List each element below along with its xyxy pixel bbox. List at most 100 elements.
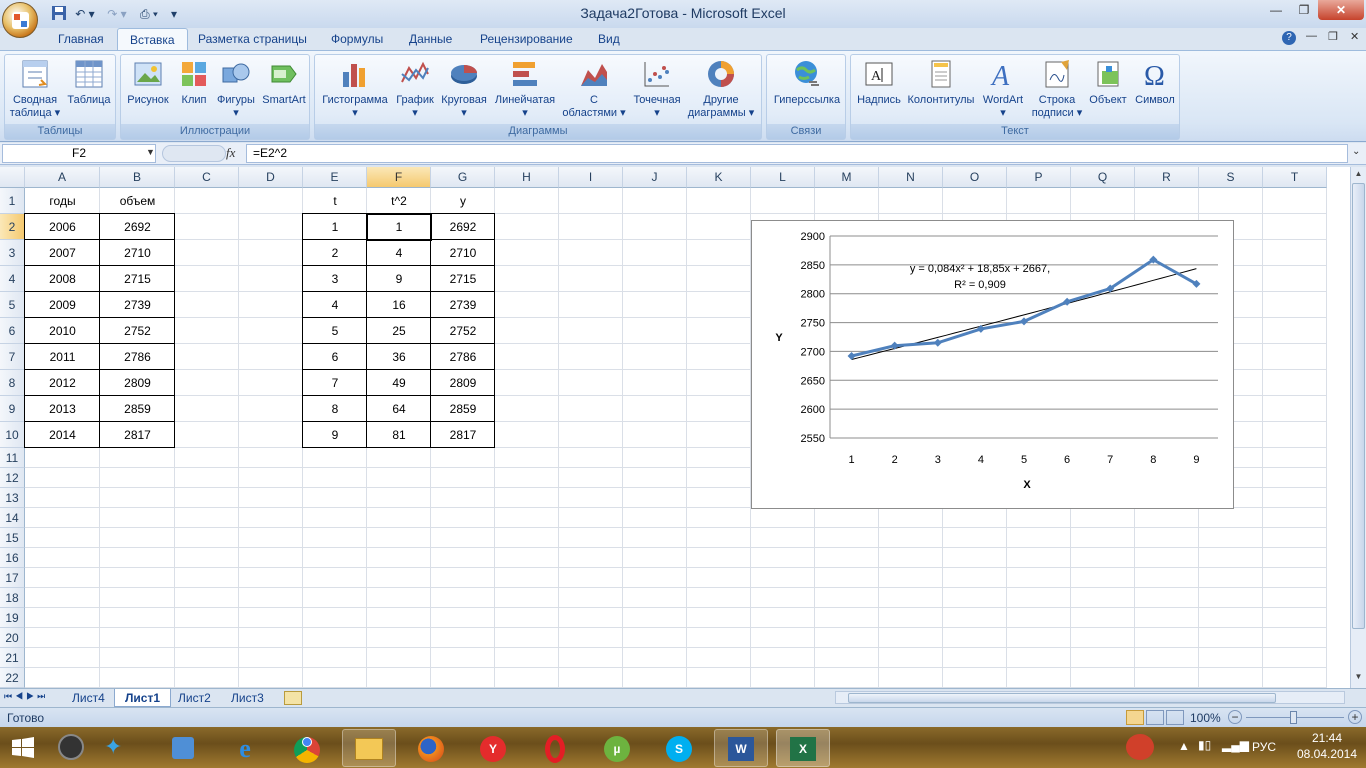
column-header-h[interactable]: H <box>495 167 559 188</box>
active-cell[interactable] <box>366 213 432 241</box>
app-circle-icon[interactable] <box>58 734 84 760</box>
signature-line-button[interactable]: Строка подписи ▾ <box>1029 57 1085 127</box>
ribbon-minimize-icon[interactable]: — <box>1306 30 1317 42</box>
yandex-browser-icon[interactable]: Y <box>466 729 520 767</box>
office-button[interactable] <box>2 2 38 38</box>
column-header-p[interactable]: P <box>1007 167 1071 188</box>
column-header-g[interactable]: G <box>431 167 495 188</box>
header-footer-button[interactable]: Колонтитулы <box>905 57 977 127</box>
row-header-21[interactable]: 21 <box>0 648 25 668</box>
smartart-button[interactable]: SmartArt <box>259 57 309 127</box>
cell-header[interactable]: объем <box>100 188 175 214</box>
sheet-tab-list3[interactable]: Лист3 <box>221 689 274 707</box>
bar-chart-button[interactable]: Линейчатая ▾ <box>491 57 559 127</box>
symbol-button[interactable]: Ω Символ <box>1131 57 1179 127</box>
minimize-button[interactable]: — <box>1262 0 1290 20</box>
vertical-scrollbar[interactable]: ▲ ▼ <box>1350 167 1366 688</box>
row-header-10[interactable]: 10 <box>0 422 25 448</box>
vertical-scroll-thumb[interactable] <box>1352 183 1365 629</box>
line-chart-button[interactable]: График ▾ <box>393 57 437 127</box>
clip-art-button[interactable]: Клип <box>175 57 213 127</box>
row-header-9[interactable]: 9 <box>0 396 25 422</box>
expand-formula-bar-icon[interactable]: ⌄ <box>1352 146 1360 157</box>
explorer-icon[interactable] <box>342 729 396 767</box>
column-header-q[interactable]: Q <box>1071 167 1135 188</box>
row-header-12[interactable]: 12 <box>0 468 25 488</box>
horizontal-scroll-thumb[interactable] <box>848 693 1276 703</box>
row-header-1[interactable]: 1 <box>0 188 25 214</box>
column-header-s[interactable]: S <box>1199 167 1263 188</box>
column-header-a[interactable]: A <box>25 167 100 188</box>
row-header-15[interactable]: 15 <box>0 528 25 548</box>
shapes-button[interactable]: Фигуры ▾ <box>213 57 259 127</box>
zoom-slider-thumb[interactable] <box>1290 711 1297 724</box>
table-button[interactable]: Таблица <box>63 57 115 127</box>
column-header-j[interactable]: J <box>623 167 687 188</box>
insert-sheet-icon[interactable] <box>284 691 302 705</box>
column-header-r[interactable]: R <box>1135 167 1199 188</box>
insert-function-icon[interactable]: fx <box>226 145 235 161</box>
row-header-19[interactable]: 19 <box>0 608 25 628</box>
column-header-m[interactable]: M <box>815 167 879 188</box>
speaker-app-icon[interactable] <box>156 729 210 767</box>
row-header-16[interactable]: 16 <box>0 548 25 568</box>
column-header-d[interactable]: D <box>239 167 303 188</box>
row-header-3[interactable]: 3 <box>0 240 25 266</box>
row-header-4[interactable]: 4 <box>0 266 25 292</box>
wordart-button[interactable]: A WordArt ▾ <box>977 57 1029 127</box>
skype-icon[interactable]: S <box>652 729 706 767</box>
row-header-5[interactable]: 5 <box>0 292 25 318</box>
opera-icon[interactable] <box>528 729 582 767</box>
excel-icon[interactable]: X <box>776 729 830 767</box>
tab-view[interactable]: Вид <box>586 28 632 50</box>
ribbon-restore-icon[interactable]: ❐ <box>1328 30 1338 43</box>
pivot-table-button[interactable]: Сводная таблица ▾ <box>7 57 63 127</box>
tab-data[interactable]: Данные <box>397 28 464 50</box>
zoom-in-icon[interactable]: + <box>1348 710 1362 724</box>
network-signal-icon[interactable]: ▂▄▆ <box>1222 738 1249 752</box>
clock[interactable]: 21:44 08.04.2014 <box>1292 730 1362 762</box>
restore-button[interactable]: ❐ <box>1290 0 1318 20</box>
twitter-icon[interactable]: ✦ <box>104 735 130 759</box>
name-box[interactable]: F2 <box>2 144 156 163</box>
sheet-tab-list4[interactable]: Лист4 <box>62 689 115 707</box>
row-header-18[interactable]: 18 <box>0 588 25 608</box>
windows-start-icon[interactable] <box>8 733 38 763</box>
firefox-icon[interactable] <box>404 729 458 767</box>
scroll-down-icon[interactable]: ▼ <box>1353 672 1364 684</box>
pie-chart-button[interactable]: Круговая ▾ <box>437 57 491 127</box>
row-header-6[interactable]: 6 <box>0 318 25 344</box>
row-header-20[interactable]: 20 <box>0 628 25 648</box>
tray-expand-icon[interactable]: ▲ <box>1178 739 1190 753</box>
row-header-11[interactable]: 11 <box>0 448 25 468</box>
object-button[interactable]: Объект <box>1085 57 1131 127</box>
column-header-l[interactable]: L <box>751 167 815 188</box>
column-chart-button[interactable]: Гистограмма ▾ <box>317 57 393 127</box>
column-header-e[interactable]: E <box>303 167 367 188</box>
sheet-tab-list1[interactable]: Лист1 <box>114 689 172 707</box>
ribbon-close-icon[interactable]: ✕ <box>1350 30 1359 43</box>
picture-button[interactable]: Рисунок <box>123 57 173 127</box>
ie-icon[interactable]: e <box>218 729 272 767</box>
column-header-i[interactable]: I <box>559 167 623 188</box>
cell-header[interactable]: t <box>303 188 367 214</box>
chrome-icon[interactable] <box>280 729 334 767</box>
page-break-view-icon[interactable] <box>1166 710 1184 725</box>
zoom-level[interactable]: 100% <box>1190 711 1221 725</box>
column-header-k[interactable]: K <box>687 167 751 188</box>
word-icon[interactable]: W <box>714 729 768 767</box>
cell-header[interactable]: t^2 <box>367 188 431 214</box>
tab-insert[interactable]: Вставка <box>117 28 188 50</box>
column-header-f[interactable]: F <box>367 167 431 188</box>
row-header-2[interactable]: 2 <box>0 214 25 240</box>
row-header-7[interactable]: 7 <box>0 344 25 370</box>
column-header-c[interactable]: C <box>175 167 239 188</box>
cell-header[interactable]: y <box>431 188 495 214</box>
normal-view-icon[interactable] <box>1126 710 1144 725</box>
formula-input[interactable]: =E2^2 <box>246 144 1348 163</box>
other-charts-button[interactable]: Другие диаграммы ▾ <box>685 57 757 127</box>
tab-formulas[interactable]: Формулы <box>319 28 395 50</box>
name-box-dropdown-icon[interactable]: ▼ <box>146 147 155 157</box>
close-button[interactable]: ✕ <box>1318 0 1364 20</box>
row-header-13[interactable]: 13 <box>0 488 25 508</box>
